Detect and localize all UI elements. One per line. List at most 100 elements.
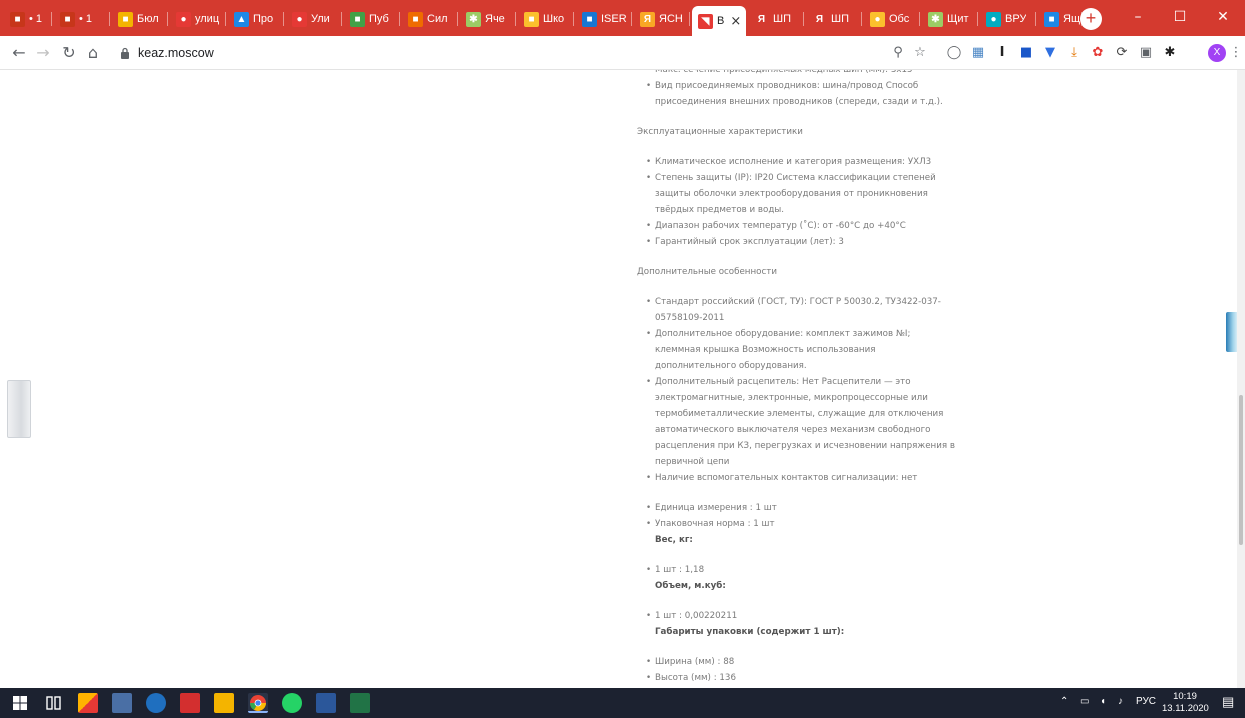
extensions-puzzle-icon[interactable]: ✱ [1162, 45, 1178, 61]
tab-label: Щит [947, 13, 969, 25]
browser-tab[interactable]: ■ ISER [576, 8, 632, 30]
spec-item: Вид присоединяемых проводников: шина/про… [625, 78, 955, 110]
tab-separator [689, 12, 690, 26]
tab-favicon-icon: ✱ [466, 11, 481, 27]
system-clock[interactable]: 10:19 13.11.2020 [1162, 691, 1209, 715]
language-indicator[interactable]: РУС [1136, 696, 1156, 707]
page-scrollbar[interactable] [1237, 70, 1245, 688]
windows-start-icon[interactable] [10, 693, 30, 713]
tray-chevron-icon[interactable]: ⌃ [1060, 696, 1068, 707]
spec-item: Высота (мм) : 136 [625, 670, 955, 686]
browser-tab[interactable]: ■Ящи [1038, 8, 1082, 30]
browser-tab[interactable]: Я ЯСН [634, 8, 690, 30]
lock-icon [121, 47, 129, 59]
close-window-button[interactable]: ✕ [1203, 6, 1243, 28]
scrollbar-thumb[interactable] [1239, 395, 1243, 545]
extension-v-icon[interactable]: ▼ [1042, 45, 1058, 61]
cast-icon[interactable]: ▣ [1138, 45, 1154, 61]
menu-kebab-icon[interactable]: ⋮ [1228, 45, 1244, 61]
browser-tab[interactable]: ■ Бюл [112, 8, 168, 30]
volume-value: 1 шт : 0,00220211 [625, 608, 955, 624]
file-explorer-icon[interactable] [214, 693, 234, 713]
browser-tab[interactable]: Я ШП [806, 8, 862, 30]
tab-label: Обс [889, 13, 910, 25]
tab-favicon-icon: ■ [1044, 11, 1059, 27]
browser-tab[interactable]: ● ВРУ [980, 8, 1036, 30]
battery-icon[interactable]: ▭ [1080, 696, 1089, 707]
browser-tab[interactable]: ● Обс [864, 8, 920, 30]
tab-label: улиц [195, 13, 220, 25]
browser-tab[interactable]: Я ШП [748, 8, 804, 30]
product-specs: Макс. сечение присоединяемых медных шин … [625, 70, 955, 686]
browser-tab[interactable]: ✱ Щит [922, 8, 978, 30]
clock-time: 10:19 [1173, 691, 1197, 702]
browser-tab[interactable]: ✱ Яче [460, 8, 516, 30]
package-label: Габариты упаковки (содержит 1 шт): [655, 627, 845, 637]
whatsapp-icon[interactable] [282, 693, 302, 713]
tab-label: ШП [831, 13, 849, 25]
product-thumbnail-left[interactable] [7, 380, 31, 438]
new-tab-button[interactable]: + [1080, 8, 1102, 30]
word-icon[interactable] [316, 693, 336, 713]
home-button[interactable]: ⌂ [82, 42, 104, 64]
profile-avatar[interactable]: X [1208, 44, 1226, 62]
tab-separator [573, 12, 574, 26]
browser-tab[interactable]: ■ • 1 [4, 8, 52, 30]
tab-label: Ули [311, 13, 330, 25]
browser-tab[interactable]: ■ Пуб [344, 8, 400, 30]
tab-label: ШП [773, 13, 791, 25]
extension-swirl-icon[interactable]: ⟳ [1114, 45, 1130, 61]
app-icon-blue-circle[interactable] [146, 693, 166, 713]
tab-separator [283, 12, 284, 26]
minimize-button[interactable]: – [1118, 6, 1158, 28]
chrome-icon[interactable] [248, 693, 268, 713]
tab-separator [803, 12, 804, 26]
search-icon[interactable]: ⚲ [890, 45, 906, 61]
excel-icon[interactable] [350, 693, 370, 713]
pdf-reader-icon[interactable] [180, 693, 200, 713]
tab-favicon-icon: ■ [524, 11, 539, 27]
extension-flower-icon[interactable]: ✿ [1090, 45, 1106, 61]
tab-separator [861, 12, 862, 26]
pocket-icon[interactable]: ◯ [946, 45, 962, 61]
spec-item: Дополнительное оборудование: комплект за… [625, 326, 955, 374]
extension-i-icon[interactable]: I [994, 45, 1010, 61]
browser-tab[interactable]: ■ • 1 [54, 8, 110, 30]
task-view-icon[interactable] [44, 693, 64, 713]
tab-label: В [717, 15, 725, 27]
weight-value: 1 шт : 1,18 [625, 562, 955, 578]
browser-tab[interactable]: ● Ули [286, 8, 342, 30]
spec-item: Наличие вспомогательных контактов сигнал… [625, 470, 955, 486]
extension-blue-icon[interactable]: ■ [1018, 45, 1034, 61]
browser-tab[interactable]: ■ Шко [518, 8, 574, 30]
tab-strip: ■ • 1 ■ • 1 ■ Бюл ● улиц ▲ Про ● Ули ■ Пуб ■ Сил ✱ Яче ■ Шк… [0, 0, 1245, 36]
tab-label: ISER [601, 13, 627, 25]
notifications-icon[interactable]: ▤ [1222, 694, 1234, 710]
browser-tab[interactable]: ● улиц [170, 8, 226, 30]
tab-label: Шко [543, 13, 565, 25]
spec-item: Дополнительный расцепитель: Нет Расцепит… [625, 374, 955, 470]
wifi-icon[interactable]: ◖ [1100, 696, 1106, 707]
back-button[interactable]: ← [8, 42, 30, 64]
spec-item: Стандарт российский (ГОСТ, ТУ): ГОСТ Р 5… [625, 294, 955, 326]
calculator-icon[interactable] [112, 693, 132, 713]
maximize-button[interactable]: ☐ [1160, 6, 1200, 28]
volume-icon[interactable]: ♪ [1118, 696, 1123, 707]
browser-tab[interactable]: ◥ В × [692, 6, 746, 36]
browser-tab[interactable]: ■ Сил [402, 8, 458, 30]
app-icon-colorful[interactable] [78, 693, 98, 713]
tab-close-icon[interactable]: × [730, 14, 741, 29]
url-text: keaz.moscow [138, 46, 214, 60]
address-bar[interactable]: keaz.moscow [120, 41, 940, 65]
extension-icon[interactable]: ▦ [970, 45, 986, 61]
tab-separator [225, 12, 226, 26]
bookmark-star-icon[interactable]: ☆ [912, 45, 928, 61]
browser-tab[interactable]: ▲ Про [228, 8, 284, 30]
spec-item: Единица измерения : 1 шт [625, 500, 955, 516]
page-content: Макс. сечение присоединяемых медных шин … [0, 70, 1245, 688]
download-icon[interactable]: ⤓ [1066, 45, 1082, 61]
reload-button[interactable]: ↻ [58, 42, 80, 64]
tab-favicon-icon: ▲ [234, 11, 249, 27]
forward-button[interactable]: → [32, 42, 54, 64]
tab-favicon-icon: ✱ [928, 11, 943, 27]
